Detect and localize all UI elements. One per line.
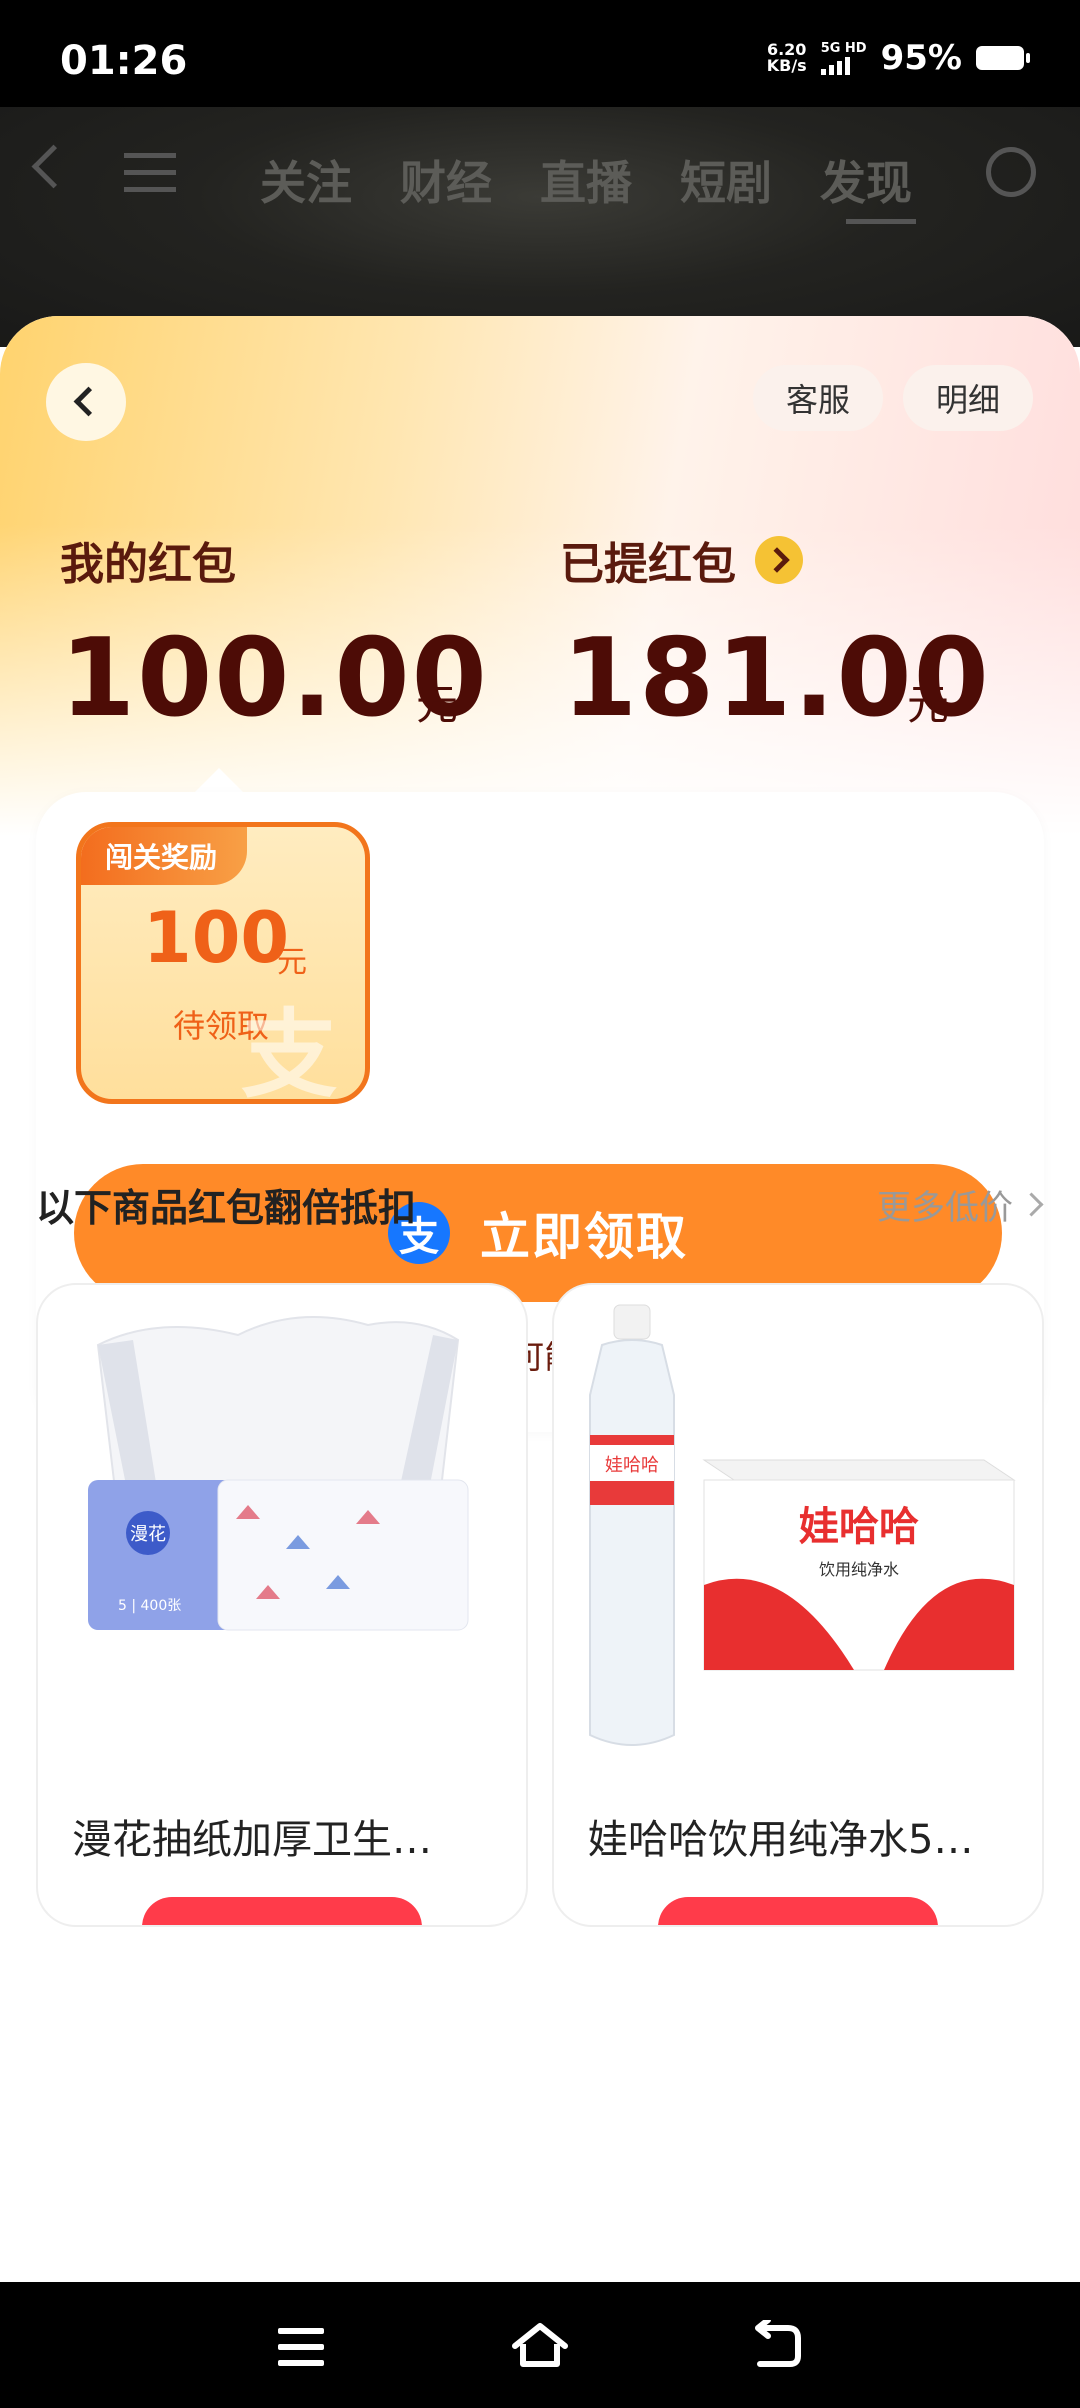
withdrawn-label[interactable]: 已提红包 — [560, 528, 736, 592]
chevron-right-icon — [1019, 1192, 1044, 1217]
red-packet-sheet: 客服 明细 我的红包 已提红包 100.00 元 181.00 元 闯关奖励 1… — [0, 316, 1080, 2282]
network-speed: 6.20 KB/s — [767, 42, 807, 74]
box-spec-text: 饮用纯净水 — [819, 1560, 899, 1579]
customer-service-button[interactable]: 客服 — [753, 365, 883, 431]
buy-button[interactable] — [658, 1897, 938, 1925]
withdrawn-amount-unit: 元 — [907, 680, 950, 729]
tissue-product-image: 漫花 5 | 400张 — [88, 1316, 469, 1631]
product-name: 漫花抽纸加厚卫生… — [72, 1817, 432, 1863]
product-name: 娃哈哈饮用纯净水5… — [588, 1817, 974, 1863]
chevron-right-icon[interactable] — [755, 536, 803, 584]
network-type: 5G HD — [820, 40, 867, 56]
reward-unit: 元 — [277, 945, 307, 980]
more-low-price-link[interactable]: 更多低价 — [877, 1180, 1044, 1229]
water-product-image: 娃哈哈 娃哈哈 饮用纯净水 — [589, 1304, 1016, 1746]
card-pointer — [195, 768, 243, 792]
claim-now-label: 立即领取 — [480, 1208, 688, 1266]
signal-icon: 5G HD — [820, 40, 867, 75]
clock: 01:26 — [60, 38, 188, 84]
active-tab-indicator — [846, 219, 916, 224]
battery-icon — [976, 46, 1030, 70]
product-card[interactable]: 娃哈哈 娃哈哈 饮用纯净水 娃哈哈饮用纯净水5… — [552, 1283, 1044, 1927]
system-nav-bar — [0, 2282, 1080, 2408]
tissue-spec-text: 5 | 400张 — [118, 1598, 181, 1614]
my-red-packet-label: 我的红包 — [60, 539, 236, 590]
back-button[interactable] — [46, 363, 126, 441]
tissue-brand-text: 漫花 — [130, 1524, 166, 1545]
tab-follow: 关注 — [260, 156, 352, 210]
details-button[interactable]: 明细 — [903, 365, 1033, 431]
network-speed-unit: KB/s — [766, 56, 807, 75]
status-bar: 01:26 6.20 KB/s 5G HD 95% — [0, 0, 1080, 107]
buy-button[interactable] — [142, 1897, 422, 1925]
reward-tag: 闯关奖励 — [81, 827, 248, 885]
reward-coupon[interactable]: 闯关奖励 100 元 待领取 支 — [76, 822, 370, 1104]
background-page: 关注 财经 直播 短剧 发现 — [0, 107, 1080, 347]
home-icon[interactable] — [511, 2320, 569, 2370]
section-title: 以下商品红包翻倍抵扣 — [36, 1186, 417, 1230]
back-icon — [31, 144, 76, 189]
my-amount-unit: 元 — [416, 680, 459, 729]
recent-apps-icon[interactable] — [278, 2328, 324, 2376]
more-low-price-label: 更多低价 — [877, 1188, 1013, 1228]
bottle-brand-text: 娃哈哈 — [605, 1455, 659, 1476]
alipay-watermark: 支 — [241, 999, 337, 1104]
tab-short-drama: 短剧 — [680, 156, 772, 210]
menu-icon — [124, 153, 176, 204]
product-card[interactable]: 漫花 5 | 400张 漫花抽纸加厚卫生… — [36, 1283, 528, 1927]
background-tabs: 关注 财经 直播 短剧 发现 — [260, 147, 912, 213]
box-brand-text: 娃哈哈 — [799, 1504, 919, 1550]
tab-live: 直播 — [540, 156, 632, 210]
back-nav-icon[interactable] — [752, 2320, 804, 2370]
tab-discover: 发现 — [820, 156, 912, 210]
status-icons: 6.20 KB/s 5G HD 95% — [767, 38, 1030, 78]
reward-amount: 100 — [143, 897, 290, 979]
tab-finance: 财经 — [400, 156, 492, 210]
search-icon — [986, 147, 1036, 197]
battery-percent: 95% — [880, 38, 962, 78]
